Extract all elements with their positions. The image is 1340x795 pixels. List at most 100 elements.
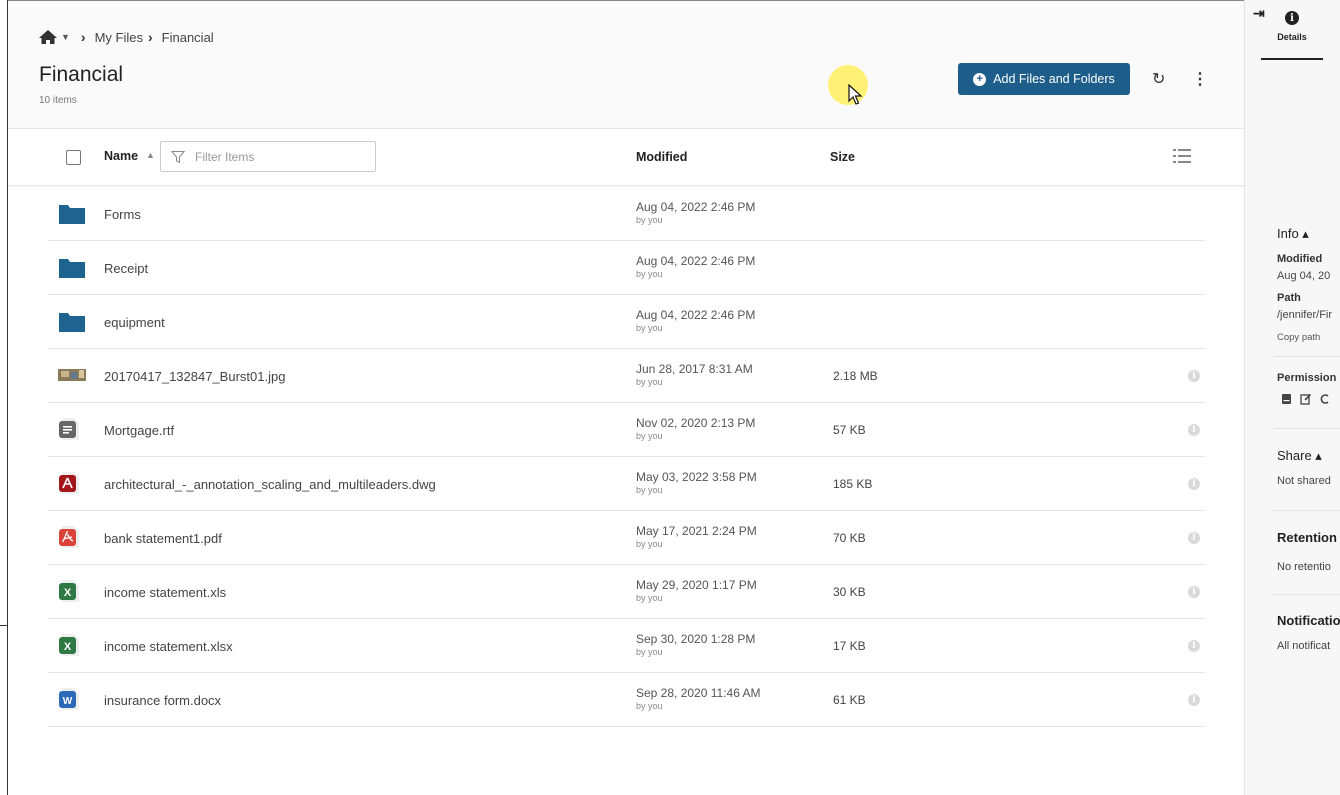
view-permission-icon — [1282, 394, 1291, 404]
list-view-icon[interactable] — [1172, 147, 1192, 165]
share-value: Not shared — [1277, 475, 1331, 487]
filter-input[interactable] — [195, 149, 355, 164]
chevron-right-icon: › — [147, 29, 153, 45]
permissions-label: Permission — [1277, 372, 1337, 384]
table-row[interactable]: equipment Aug 04, 2022 2:46 PM by you — [48, 295, 1205, 349]
file-name[interactable]: Forms — [104, 207, 141, 222]
table-row[interactable]: bank statement1.pdf May 17, 2021 2:24 PM b… — [48, 511, 1205, 565]
info-icon[interactable]: i — [1188, 586, 1200, 598]
file-size: 2.18 MB — [833, 369, 878, 383]
file-modified: May 29, 2020 1:17 PM — [636, 578, 757, 592]
select-all-checkbox[interactable] — [66, 150, 81, 165]
modified-label: Modified — [1277, 253, 1323, 265]
info-icon[interactable]: i — [1188, 478, 1200, 490]
file-modified: Nov 02, 2020 2:13 PM — [636, 416, 756, 430]
home-icon[interactable] — [38, 29, 58, 45]
info-icon[interactable]: i — [1188, 370, 1200, 382]
file-name[interactable]: Receipt — [104, 261, 148, 276]
divider — [1273, 510, 1340, 511]
share-section-title[interactable]: Share ▴ — [1277, 448, 1322, 464]
file-modified: Aug 04, 2022 2:46 PM — [636, 308, 756, 322]
file-name[interactable]: Mortgage.rtf — [104, 423, 174, 438]
modified-column-header[interactable]: Modified — [636, 150, 687, 164]
file-modified: May 17, 2021 2:24 PM — [636, 524, 757, 538]
table-row[interactable]: architectural_-_annotation_scaling_and_m… — [48, 457, 1205, 511]
window-left-tick — [0, 625, 8, 626]
svg-text:W: W — [63, 696, 73, 707]
info-icon[interactable]: i — [1188, 532, 1200, 544]
info-icon[interactable]: i — [1188, 694, 1200, 706]
file-name[interactable]: income statement.xls — [104, 585, 226, 600]
refresh-icon[interactable]: ↻ — [1152, 69, 1165, 89]
file-modified-by: by you — [636, 647, 663, 657]
file-modified-by: by you — [636, 377, 663, 387]
file-name[interactable]: 20170417_132847_Burst01.jpg — [104, 369, 285, 384]
chevron-down-icon[interactable]: ▼ — [61, 32, 70, 42]
retention-section-title[interactable]: Retention — [1277, 530, 1337, 545]
file-modified-by: by you — [636, 485, 663, 495]
word-file-icon: W — [58, 687, 86, 711]
file-modified: Sep 28, 2020 11:46 AM — [636, 686, 761, 700]
file-name[interactable]: income statement.xlsx — [104, 639, 233, 654]
table-row[interactable]: Xincome statement.xlsx Sep 30, 2020 1:28 … — [48, 619, 1205, 673]
details-panel: ⇥ i Details Info ▴ Modified Aug 04, 20 P… — [1244, 0, 1340, 795]
page-header: ▼ › My Files › Financial Financial 10 it… — [8, 1, 1244, 129]
app-window: ▼ › My Files › Financial Financial 10 it… — [0, 0, 1340, 795]
chevron-right-icon: › — [80, 29, 86, 45]
tab-details[interactable]: i Details — [1261, 9, 1323, 60]
file-size: 70 KB — [833, 531, 866, 545]
modified-value: Aug 04, 20 — [1277, 270, 1331, 282]
path-label: Path — [1277, 292, 1301, 304]
divider — [1273, 356, 1340, 357]
file-name[interactable]: bank statement1.pdf — [104, 531, 222, 546]
add-files-button[interactable]: + Add Files and Folders — [958, 63, 1130, 95]
divider — [1273, 594, 1340, 595]
size-column-header[interactable]: Size — [830, 150, 855, 164]
divider — [1273, 428, 1340, 429]
sync-permission-icon — [1320, 394, 1329, 404]
file-modified: Aug 04, 2022 2:46 PM — [636, 254, 756, 268]
folder-icon — [58, 309, 86, 333]
breadcrumb-my-files[interactable]: My Files — [95, 30, 143, 45]
table-row[interactable]: Receipt Aug 04, 2022 2:46 PM by you — [48, 241, 1205, 295]
breadcrumb: ▼ › My Files › Financial — [38, 29, 214, 45]
notifications-section-title[interactable]: Notificatio — [1277, 613, 1340, 628]
file-modified: Sep 30, 2020 1:28 PM — [636, 632, 756, 646]
table-row[interactable]: Xincome statement.xls May 29, 2020 1:17 P… — [48, 565, 1205, 619]
more-options-icon[interactable]: ⋮ — [1192, 69, 1208, 89]
file-name[interactable]: architectural_-_annotation_scaling_and_m… — [104, 477, 436, 492]
edit-permission-icon — [1300, 393, 1312, 405]
table-row[interactable]: Mortgage.rtf Nov 02, 2020 2:13 PM by you 57… — [48, 403, 1205, 457]
file-size: 17 KB — [833, 639, 866, 653]
file-name[interactable]: equipment — [104, 315, 165, 330]
table-row[interactable]: Winsurance form.docx Sep 28, 2020 11:46 A… — [48, 673, 1205, 727]
table-row[interactable]: Forms Aug 04, 2022 2:46 PM by you — [48, 187, 1205, 241]
folder-icon — [58, 255, 86, 279]
file-size: 57 KB — [833, 423, 866, 437]
file-modified-by: by you — [636, 539, 663, 549]
info-icon: i — [1285, 11, 1299, 25]
file-modified-by: by you — [636, 431, 663, 441]
copy-path-link[interactable]: Copy path — [1277, 332, 1320, 343]
file-modified-by: by you — [636, 701, 663, 711]
file-modified-by: by you — [636, 269, 663, 279]
file-size: 30 KB — [833, 585, 866, 599]
document-icon — [58, 417, 86, 441]
file-name[interactable]: insurance form.docx — [104, 693, 221, 708]
filter-box[interactable] — [160, 141, 376, 172]
permission-icons — [1281, 393, 1330, 405]
name-column-header[interactable]: Name — [104, 149, 138, 163]
info-section-title[interactable]: Info ▴ — [1277, 226, 1309, 242]
page-title: Financial — [39, 63, 124, 86]
info-icon[interactable]: i — [1188, 424, 1200, 436]
info-icon[interactable]: i — [1188, 640, 1200, 652]
svg-text:X: X — [64, 587, 72, 599]
file-browser: ▼ › My Files › Financial Financial 10 it… — [8, 1, 1244, 795]
file-modified: May 03, 2022 3:58 PM — [636, 470, 757, 484]
item-count: 10 items — [39, 95, 77, 106]
column-header: Name ▲ Modified Size — [8, 130, 1244, 186]
sort-up-icon[interactable]: ▲ — [146, 150, 155, 160]
table-row[interactable]: 20170417_132847_Burst01.jpg Jun 28, 2017 … — [48, 349, 1205, 403]
plus-circle-icon: + — [973, 72, 987, 86]
retention-value: No retentio — [1277, 561, 1331, 573]
